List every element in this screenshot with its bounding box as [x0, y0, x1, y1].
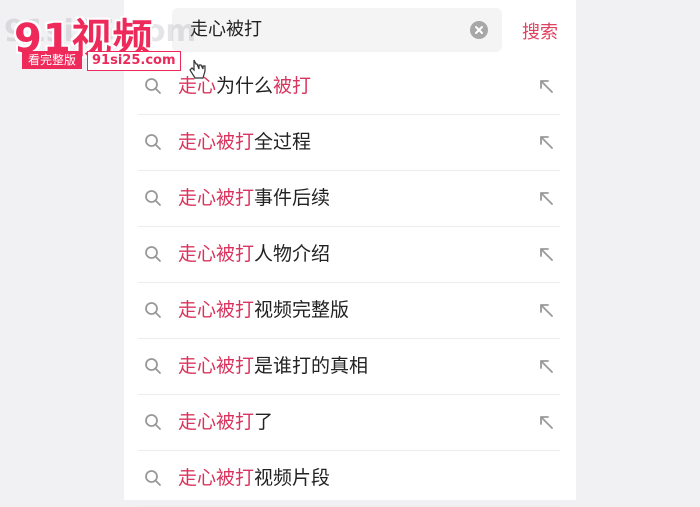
hand-cursor-icon [188, 58, 208, 84]
suggestion-tail: 被打 [273, 75, 312, 97]
suggestion-text: 走心被打视频完整版 [178, 283, 349, 337]
search-button[interactable]: 搜索 [522, 18, 558, 44]
arrow-up-left-icon[interactable] [538, 190, 554, 210]
suggestion-item[interactable]: 走心被打是谁打的真相 [138, 339, 560, 395]
suggestion-item[interactable]: 走心被打全过程 [138, 115, 560, 171]
suggestion-highlight: 走心被打 [178, 299, 255, 321]
search-icon [144, 133, 162, 155]
search-icon [144, 357, 162, 379]
watermark-url: 91si25.com [87, 51, 181, 71]
suggestion-text: 走心被打全过程 [178, 115, 311, 169]
suggestion-item[interactable]: 走心被打视频片段 [138, 451, 560, 507]
suggestion-rest: 是谁打的真相 [254, 355, 369, 377]
suggestion-rest: 视频完整版 [254, 299, 350, 321]
suggestion-item[interactable]: 走心被打事件后续 [138, 171, 560, 227]
search-query-text: 走心被打 [190, 19, 262, 40]
suggestion-highlight: 走心被打 [178, 187, 255, 209]
search-icon [144, 245, 162, 267]
search-icon [144, 413, 162, 435]
search-icon [144, 469, 162, 491]
suggestion-text: 走心被打事件后续 [178, 171, 330, 225]
arrow-up-left-icon[interactable] [538, 414, 554, 434]
arrow-up-left-icon[interactable] [538, 246, 554, 266]
arrow-up-left-icon[interactable] [538, 358, 554, 378]
suggestion-rest: 全过程 [254, 131, 312, 153]
watermark-tag: 看完整版 [22, 51, 83, 69]
arrow-up-left-icon[interactable] [538, 134, 554, 154]
suggestion-item[interactable]: 走心被打视频完整版 [138, 283, 560, 339]
suggestion-rest: 了 [254, 411, 274, 433]
search-icon [144, 189, 162, 211]
suggestion-highlight: 走心被打 [178, 467, 255, 489]
search-icon [144, 77, 162, 99]
suggestion-highlight: 走心被打 [178, 131, 255, 153]
suggestion-highlight: 走心被打 [178, 411, 255, 433]
suggestion-highlight: 走心被打 [178, 355, 255, 377]
suggestion-item[interactable]: 走心被打人物介绍 [138, 227, 560, 283]
suggestion-text: 走心被打视频片段 [178, 451, 330, 505]
arrow-up-left-icon[interactable] [538, 78, 554, 98]
suggestion-text: 走心被打是谁打的真相 [178, 339, 368, 393]
suggestion-item[interactable]: 走心被打了 [138, 395, 560, 451]
suggestion-rest: 视频片段 [254, 467, 331, 489]
clear-icon[interactable] [470, 21, 488, 39]
suggestion-text: 走心被打人物介绍 [178, 227, 330, 281]
search-icon [144, 301, 162, 323]
suggestion-rest: 人物介绍 [254, 243, 331, 265]
search-input[interactable]: 走心被打 [172, 8, 502, 52]
arrow-up-left-icon[interactable] [538, 302, 554, 322]
suggestion-list: 走心为什么被打 走心被打全过程 走心被打事件后续 走心被打人物介绍 走心被打视频完整版走… [124, 59, 576, 507]
suggestion-highlight: 走心被打 [178, 243, 255, 265]
suggestion-rest: 事件后续 [254, 187, 331, 209]
suggestion-rest: 为什么 [216, 75, 274, 97]
suggestion-text: 走心被打了 [178, 395, 273, 449]
